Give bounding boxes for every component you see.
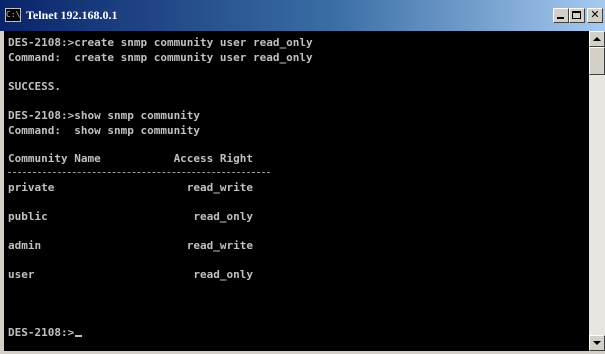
terminal-line: SUCCESS. (8, 80, 61, 93)
scroll-down-button[interactable] (589, 335, 605, 351)
table-header: Community Name Access Right (8, 152, 254, 165)
maximize-button[interactable] (569, 8, 585, 23)
prompt-text: DES-2108:> (8, 326, 75, 339)
minimize-button[interactable] (553, 8, 569, 23)
terminal-line: Command: show snmp community (8, 124, 201, 137)
window-title: Telnet 192.168.0.1 (26, 8, 118, 22)
maximize-icon (572, 11, 581, 19)
table-row: user read_only (8, 268, 254, 281)
scrollbar-thumb[interactable] (589, 47, 605, 75)
terminal-line: Command: create snmp community user read… (8, 51, 313, 64)
telnet-window: C:\ Telnet 192.168.0.1 ✕ DES-2108:>creat… (0, 0, 605, 354)
text-cursor (75, 335, 83, 337)
vertical-scrollbar[interactable] (589, 31, 605, 351)
console-icon[interactable]: C:\ (5, 8, 21, 22)
command-prompt[interactable]: DES-2108:> (8, 326, 83, 339)
arrow-up-icon (593, 37, 601, 41)
table-separator (8, 172, 270, 173)
table-row: public read_only (8, 210, 254, 223)
terminal-line: DES-2108:>show snmp community (8, 109, 201, 122)
table-row: private read_write (8, 181, 254, 194)
terminal-line: DES-2108:>create snmp community user rea… (8, 36, 313, 49)
minimize-icon (557, 17, 564, 19)
terminal-output[interactable]: DES-2108:>create snmp community user rea… (4, 31, 589, 351)
close-button[interactable]: ✕ (587, 8, 603, 23)
title-bar[interactable]: C:\ Telnet 192.168.0.1 ✕ (0, 0, 605, 31)
scroll-up-button[interactable] (589, 31, 605, 47)
close-icon: ✕ (590, 8, 600, 21)
table-row: admin read_write (8, 239, 254, 252)
arrow-down-icon (593, 341, 601, 345)
